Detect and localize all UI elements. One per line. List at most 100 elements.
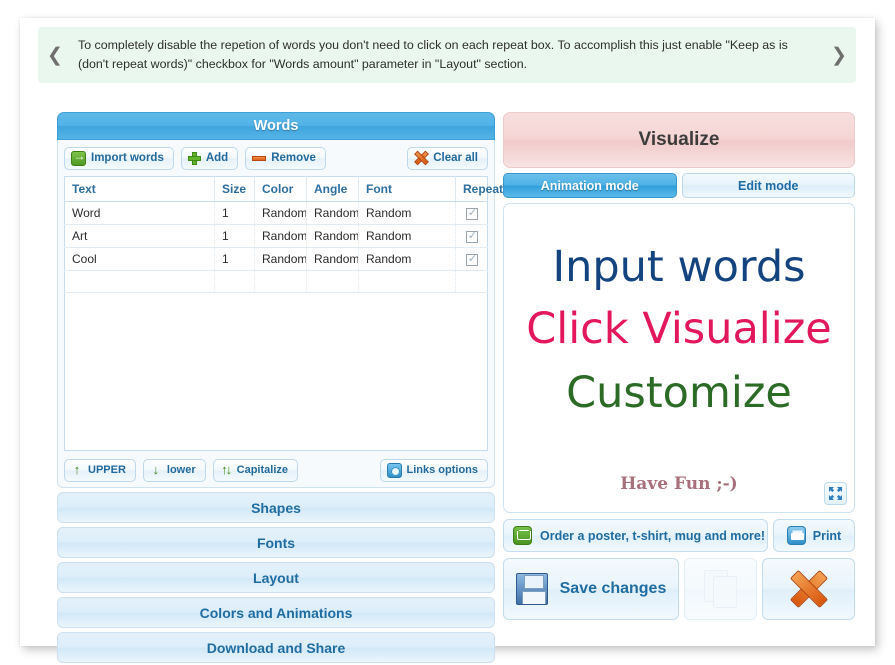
cell-repeat[interactable]: [455, 247, 488, 271]
links-options-label: Links options: [406, 464, 479, 476]
wordcloud-canvas[interactable]: Input words Click Visualize Customize Ha…: [503, 203, 855, 513]
section-label: Download and Share: [206, 639, 346, 656]
table-row[interactable]: Art 1 Random Random Random: [64, 224, 488, 248]
tab-animation-mode[interactable]: Animation mode: [503, 173, 677, 198]
section-label: Layout: [253, 569, 299, 586]
table-row[interactable]: Cool 1 Random Random Random: [64, 247, 488, 271]
sidebar-item-download-and-share[interactable]: Download and Share: [57, 632, 495, 663]
tab-edit-mode[interactable]: Edit mode: [681, 173, 855, 198]
col-angle[interactable]: Angle: [306, 176, 359, 202]
repeat-checkbox[interactable]: [465, 229, 479, 243]
cell-color[interactable]: [254, 270, 307, 293]
links-options-button[interactable]: Links options: [379, 458, 488, 482]
globe-icon: [386, 462, 402, 478]
print-button[interactable]: Print: [773, 519, 855, 552]
cell-text[interactable]: Cool: [64, 247, 215, 271]
cell-size[interactable]: [214, 270, 255, 293]
cloud-word-click-visualize[interactable]: Click Visualize: [504, 304, 854, 354]
clear-x-icon: [414, 151, 428, 165]
words-panel-header[interactable]: Words: [57, 112, 495, 140]
sidebar-item-fonts[interactable]: Fonts: [57, 527, 495, 558]
cell-angle[interactable]: Random: [306, 201, 359, 225]
order-merchandise-button[interactable]: Order a poster, t-shirt, mug and more!: [503, 519, 768, 552]
col-size[interactable]: Size: [214, 176, 255, 202]
section-label: Fonts: [256, 534, 296, 551]
arrow-up-icon: ↑: [73, 462, 81, 477]
cell-color[interactable]: Random: [254, 247, 307, 271]
table-row[interactable]: Word 1 Random Random Random: [64, 201, 488, 225]
cloud-word-input-words[interactable]: Input words: [504, 242, 854, 292]
cell-angle[interactable]: Random: [306, 224, 359, 248]
cell-repeat[interactable]: [455, 224, 488, 248]
words-table: Text Size Color Angle Font Repeat? Word …: [64, 176, 510, 293]
import-words-button[interactable]: Import words: [64, 146, 174, 170]
cell-font[interactable]: [358, 270, 456, 293]
lowercase-button[interactable]: ↓ lower: [142, 458, 206, 482]
floppy-disk-icon: [515, 573, 548, 605]
visualize-button[interactable]: Visualize: [503, 112, 855, 168]
add-word-button[interactable]: Add: [180, 146, 239, 170]
save-actions-row: Save changes: [503, 558, 855, 620]
words-panel-body: Import words Add Remove Clear all: [57, 140, 510, 488]
section-label: Shapes: [251, 499, 301, 516]
import-words-label: Import words: [91, 152, 164, 164]
section-label: Colors and Animations: [199, 604, 353, 621]
cell-angle[interactable]: [306, 270, 359, 293]
cloud-word-customize[interactable]: Customize: [504, 368, 854, 418]
import-icon: [71, 149, 87, 166]
col-text[interactable]: Text: [64, 176, 215, 202]
tab-animation-mode-label: Animation mode: [540, 178, 639, 193]
arrow-up-down-icon: ↑↓: [221, 462, 232, 477]
cell-text[interactable]: Word: [64, 201, 215, 225]
add-word-label: Add: [205, 152, 229, 164]
uppercase-button[interactable]: ↑ UPPER: [64, 458, 136, 482]
lowercase-label: lower: [166, 464, 196, 476]
cell-repeat[interactable]: [455, 270, 488, 293]
fullscreen-expand-icon[interactable]: [824, 482, 847, 505]
mode-tabs: Animation mode Edit mode: [503, 173, 855, 198]
clear-all-button[interactable]: Clear all: [407, 146, 488, 170]
printer-icon: [786, 526, 806, 545]
tab-edit-mode-label: Edit mode: [738, 178, 799, 193]
cell-color[interactable]: Random: [254, 201, 307, 225]
tip-prev-icon[interactable]: ❮: [38, 46, 72, 65]
cell-text[interactable]: [64, 270, 215, 293]
cell-angle[interactable]: Random: [306, 247, 359, 271]
cell-size[interactable]: 1: [214, 224, 255, 248]
duplicate-button[interactable]: [684, 558, 757, 620]
delete-button[interactable]: [762, 558, 855, 620]
sidebar-item-layout[interactable]: Layout: [57, 562, 495, 593]
cloud-word-have-fun[interactable]: Have Fun ;-): [504, 474, 854, 494]
tip-text: To completely disable the repetion of wo…: [78, 37, 788, 71]
words-table-empty-area: [64, 293, 488, 451]
shopping-cart-icon: [513, 526, 532, 545]
order-print-row: Order a poster, t-shirt, mug and more! P…: [503, 519, 855, 552]
words-toolbar: Import words Add Remove Clear all: [64, 146, 488, 170]
table-row[interactable]: [64, 270, 488, 293]
case-toolbar: ↑ UPPER ↓ lower ↑↓ Capitalize Links opti…: [64, 458, 488, 482]
capitalize-button[interactable]: ↑↓ Capitalize: [212, 458, 298, 482]
visualize-title: Visualize: [638, 129, 720, 150]
cell-size[interactable]: 1: [214, 247, 255, 271]
cell-font[interactable]: Random: [358, 201, 456, 225]
repeat-checkbox[interactable]: [465, 252, 479, 266]
cell-color[interactable]: Random: [254, 224, 307, 248]
sidebar-item-colors-and-animations[interactable]: Colors and Animations: [57, 597, 495, 628]
save-changes-button[interactable]: Save changes: [503, 558, 679, 620]
app-page: ❮ To completely disable the repetion of …: [20, 18, 875, 663]
col-repeat[interactable]: Repeat?: [455, 176, 510, 202]
remove-word-button[interactable]: Remove: [245, 146, 326, 170]
minus-icon: [252, 155, 267, 161]
col-font[interactable]: Font: [358, 176, 456, 202]
cell-font[interactable]: Random: [358, 224, 456, 248]
col-color[interactable]: Color: [254, 176, 307, 202]
repeat-checkbox[interactable]: [465, 206, 479, 220]
cell-repeat[interactable]: [455, 201, 488, 225]
cell-text[interactable]: Art: [64, 224, 215, 248]
words-panel-title: Words: [253, 118, 299, 134]
tip-next-icon[interactable]: ❯: [822, 46, 856, 65]
cell-size[interactable]: 1: [214, 201, 255, 225]
cell-font[interactable]: Random: [358, 247, 456, 271]
sidebar-item-shapes[interactable]: Shapes: [57, 492, 495, 523]
duplicate-pages-icon: [703, 570, 738, 608]
